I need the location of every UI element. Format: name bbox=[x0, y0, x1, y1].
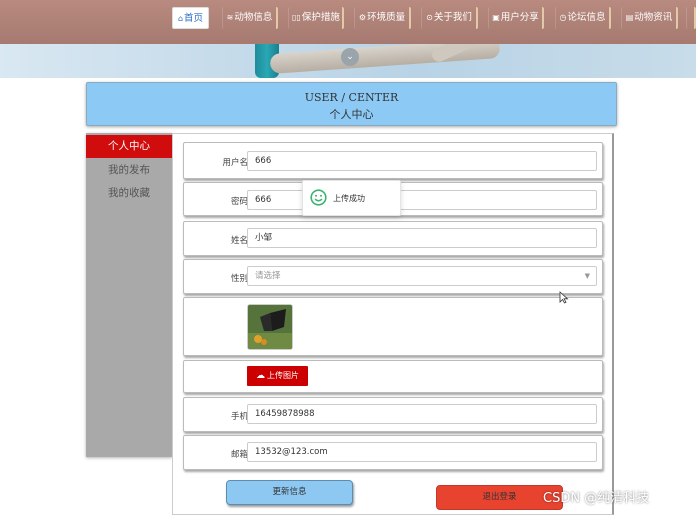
phone-input[interactable]: 16459878988 bbox=[247, 404, 597, 424]
nav-item-label: 首页 bbox=[184, 13, 204, 24]
nav-item-label: 环境质量 bbox=[367, 12, 406, 23]
nav-item-label: 论坛信息 bbox=[567, 12, 606, 23]
nav-item-protection[interactable]: ▯▯保护措施 bbox=[288, 7, 344, 29]
nav-item-home[interactable]: ⌂首页 bbox=[172, 7, 209, 29]
email-label: 邮箱 bbox=[230, 450, 248, 460]
nav-item-label: 保护措施 bbox=[301, 12, 340, 23]
username-row: 用户名 666 bbox=[183, 142, 603, 179]
nav-item-more[interactable] bbox=[686, 7, 696, 29]
news-icon: ▤ bbox=[625, 13, 634, 22]
scroll-down-button[interactable]: ⌄ bbox=[341, 48, 359, 66]
settings-icon: ⚙ bbox=[358, 13, 367, 22]
nav-item-about[interactable]: ⊙关于我们 bbox=[421, 7, 478, 29]
user-center-header: USER / CENTER 个人中心 bbox=[86, 82, 617, 126]
nav-item-environment[interactable]: ⚙环境质量 bbox=[354, 7, 411, 29]
username-input[interactable]: 666 bbox=[247, 151, 597, 171]
nav-item-label: 关于我们 bbox=[433, 12, 472, 23]
success-toast: 上传成功 bbox=[302, 180, 401, 216]
watermark: CSDN @纯清科技 bbox=[543, 491, 650, 506]
sidebar: 个人中心 我的发布 我的收藏 bbox=[86, 133, 172, 457]
cloud-upload-icon: ☁ bbox=[256, 371, 265, 381]
nav-item-forum[interactable]: ◷论坛信息 bbox=[555, 7, 611, 29]
name-row: 姓名 小邹 bbox=[183, 221, 603, 256]
gender-placeholder: 请选择 bbox=[255, 271, 281, 281]
share-icon: ▣ bbox=[492, 13, 500, 22]
nav-item-animal-info[interactable]: ≋动物信息 bbox=[222, 7, 278, 29]
header-cn-title: 个人中心 bbox=[329, 108, 374, 121]
header-en-title: USER / CENTER bbox=[304, 91, 399, 104]
username-label: 用户名 bbox=[222, 158, 248, 168]
update-info-button[interactable]: 更新信息 bbox=[226, 480, 353, 505]
password-input[interactable]: 666 bbox=[247, 190, 597, 210]
sidebar-item-my-posts[interactable]: 我的发布 bbox=[86, 159, 172, 182]
upload-label: 上传图片 bbox=[267, 371, 299, 380]
nav-item-share[interactable]: ▣用户分享 bbox=[488, 7, 544, 29]
upload-image-button[interactable]: ☁ 上传图片 bbox=[247, 366, 308, 386]
mouse-cursor-icon bbox=[559, 291, 569, 304]
top-nav: ⌂首页 ≋动物信息 ▯▯保护措施 ⚙环境质量 ⊙关于我们 ▣用户分享 ◷论坛信息… bbox=[0, 0, 696, 44]
sidebar-item-profile[interactable]: 个人中心 bbox=[86, 135, 172, 158]
gender-label: 性别 bbox=[230, 274, 248, 284]
smile-icon bbox=[310, 189, 327, 206]
email-input[interactable]: 13532@123.com bbox=[247, 442, 597, 462]
password-label: 密码 bbox=[230, 197, 248, 207]
nav-item-label: 动物信息 bbox=[234, 12, 273, 23]
avatar-row bbox=[183, 297, 603, 356]
email-row: 邮箱 13532@123.com bbox=[183, 435, 603, 470]
name-label: 姓名 bbox=[230, 236, 248, 246]
butterfly-image bbox=[248, 305, 292, 349]
info-icon: ⊙ bbox=[426, 13, 433, 22]
upload-row: ☁ 上传图片 bbox=[183, 360, 603, 393]
list-icon: ≋ bbox=[226, 13, 234, 22]
avatar[interactable] bbox=[247, 304, 293, 350]
phone-label: 手机 bbox=[230, 412, 248, 422]
toast-message: 上传成功 bbox=[333, 194, 365, 203]
nav-item-label: 动物资讯 bbox=[634, 12, 673, 23]
phone-row: 手机 16459878988 bbox=[183, 397, 603, 432]
nav-item-news[interactable]: ▤动物资讯 bbox=[621, 7, 678, 29]
gender-select[interactable]: 请选择 ▼ bbox=[247, 266, 597, 286]
name-input[interactable]: 小邹 bbox=[247, 228, 597, 248]
home-icon: ⌂ bbox=[177, 14, 184, 23]
grid-icon: ▯▯ bbox=[292, 13, 301, 22]
clock-icon: ◷ bbox=[559, 13, 567, 22]
chevron-down-icon: ▼ bbox=[584, 272, 590, 280]
gender-row: 性别 请选择 ▼ bbox=[183, 259, 603, 294]
nav-item-label: 用户分享 bbox=[500, 12, 539, 23]
chevron-down-icon: ⌄ bbox=[346, 52, 354, 62]
sidebar-item-my-favorites[interactable]: 我的收藏 bbox=[86, 182, 172, 205]
